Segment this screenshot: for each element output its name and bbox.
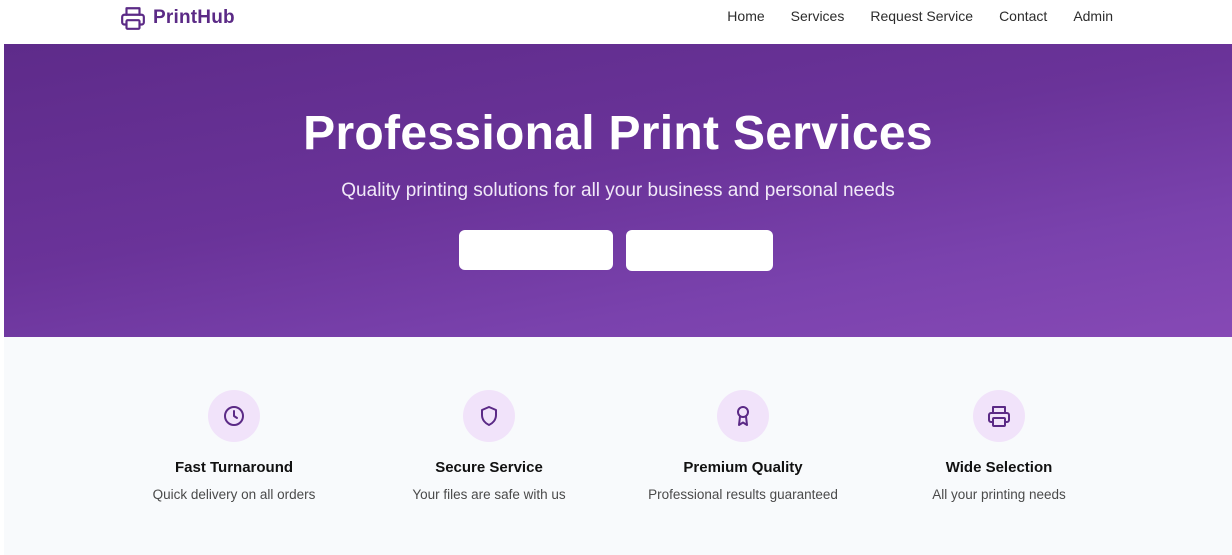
feature-title: Wide Selection bbox=[945, 459, 1053, 476]
nav-menu: Home Services Request Service Contact Ad… bbox=[727, 8, 1113, 24]
brand-logo[interactable]: PrintHub bbox=[120, 5, 235, 31]
feature-description: All your printing needs bbox=[932, 487, 1066, 502]
printer-icon bbox=[973, 390, 1025, 442]
feature-description: Professional results guaranteed bbox=[648, 487, 838, 502]
award-icon bbox=[717, 390, 769, 442]
hero-subtitle: Quality printing solutions for all your … bbox=[341, 180, 895, 201]
brand-name: PrintHub bbox=[153, 7, 235, 28]
nav-link-request-service[interactable]: Request Service bbox=[870, 8, 973, 24]
feature-title: Secure Service bbox=[435, 459, 543, 476]
shield-icon bbox=[463, 390, 515, 442]
hero-section: Professional Print Services Quality prin… bbox=[4, 44, 1232, 337]
feature-title: Premium Quality bbox=[683, 459, 803, 476]
nav-link-services[interactable]: Services bbox=[791, 8, 845, 24]
nav-link-admin[interactable]: Admin bbox=[1073, 8, 1113, 24]
nav-link-contact[interactable]: Contact bbox=[999, 8, 1047, 24]
features-section: Fast Turnaround Quick delivery on all or… bbox=[4, 337, 1232, 555]
feature-title: Fast Turnaround bbox=[174, 459, 294, 476]
clock-icon bbox=[208, 390, 260, 442]
feature-description: Quick delivery on all orders bbox=[152, 487, 316, 502]
navbar: PrintHub Home Services Request Service C… bbox=[0, 0, 1232, 44]
feature-description: Your files are safe with us bbox=[412, 487, 566, 502]
hero-primary-button[interactable] bbox=[459, 230, 613, 270]
printer-icon bbox=[120, 5, 146, 31]
hero-title: Professional Print Services bbox=[303, 107, 933, 160]
hero-secondary-button[interactable] bbox=[626, 230, 773, 271]
nav-link-home[interactable]: Home bbox=[727, 8, 764, 24]
